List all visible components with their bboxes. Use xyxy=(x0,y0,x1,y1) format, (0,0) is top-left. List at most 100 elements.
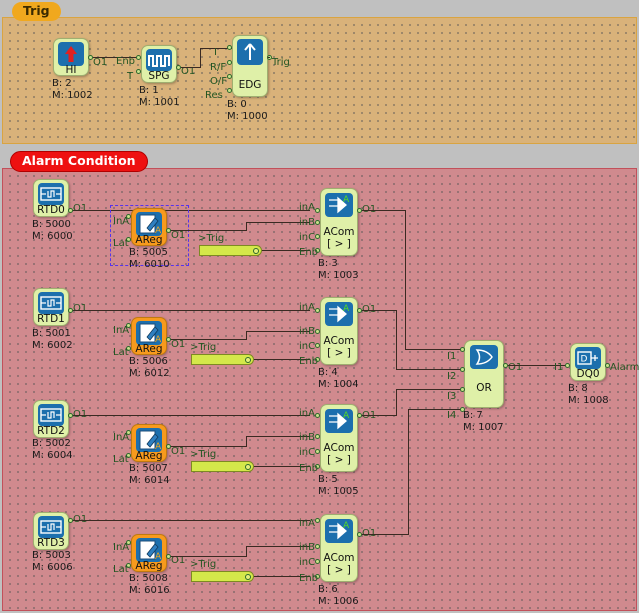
block-or[interactable]: OR xyxy=(464,340,504,408)
block-areg3-m: M: 6016 xyxy=(129,585,170,596)
pin-or-i2[interactable] xyxy=(460,367,465,372)
pin-acom3-inb[interactable] xyxy=(315,544,320,549)
trig-bar-0[interactable] xyxy=(199,245,262,256)
wire-areg2-h1 xyxy=(171,446,246,447)
trig-bar-2-connector[interactable] xyxy=(245,463,251,470)
rtd-sensor-icon xyxy=(38,516,64,538)
block-dq0[interactable]: D DQ0 xyxy=(570,343,606,381)
section-trig[interactable] xyxy=(2,17,637,144)
pin-spg-t[interactable] xyxy=(136,69,141,74)
block-areg2[interactable]: A AReg xyxy=(131,424,167,462)
pin-or-i3[interactable] xyxy=(460,387,465,392)
block-areg2-name: AReg xyxy=(135,450,163,462)
trig-bar-0-connector[interactable] xyxy=(253,247,259,254)
section-label-alarm[interactable]: Alarm Condition xyxy=(10,151,148,172)
trig-bar-3-connector[interactable] xyxy=(245,573,251,580)
block-areg1-b: B: 5006 xyxy=(129,356,168,367)
port-label-acom3-enb: Enb xyxy=(299,573,319,584)
pin-or-i1[interactable] xyxy=(460,347,465,352)
block-areg3[interactable]: A AReg xyxy=(131,534,167,572)
trig-bar-1[interactable] xyxy=(191,354,254,365)
block-hi-name: HI xyxy=(65,64,77,76)
section-label-trig[interactable]: Trig xyxy=(12,2,61,21)
block-acom0[interactable]: A ACom [ > ] xyxy=(320,188,358,256)
analog-register-icon: A xyxy=(136,428,162,452)
wire-areg1-h1 xyxy=(171,339,246,340)
pin-acom0-inc[interactable] xyxy=(315,234,320,239)
pin-acom2-ina[interactable] xyxy=(315,413,320,418)
port-label-edg-res: Res xyxy=(205,90,223,101)
block-rtd1[interactable]: RTD1 xyxy=(33,288,69,326)
pin-acom0-ina[interactable] xyxy=(315,208,320,213)
port-label-or-i4: I4 xyxy=(447,410,457,421)
pin-acom2-inc[interactable] xyxy=(315,449,320,454)
trig-bar-2[interactable] xyxy=(191,461,254,472)
port-label-spg-enb: Enb xyxy=(116,56,136,67)
pin-spg-enb[interactable] xyxy=(136,55,141,60)
wire-acom2-v xyxy=(396,389,397,416)
block-spg-name: SPG xyxy=(148,70,170,82)
pin-acom2-inb[interactable] xyxy=(315,434,320,439)
block-edg[interactable]: EDG xyxy=(232,35,268,97)
block-areg2-b: B: 5007 xyxy=(129,463,168,474)
port-label-acom3-ina: inA xyxy=(299,518,315,529)
block-acom1-subname: [ > ] xyxy=(327,347,351,359)
block-areg1[interactable]: A AReg xyxy=(131,317,167,355)
port-label-dq0-i1: I1 xyxy=(554,362,564,373)
block-rtd3[interactable]: RTD3 xyxy=(33,512,69,550)
svg-text:A: A xyxy=(343,521,350,531)
block-acom0-b: B: 3 xyxy=(318,258,338,269)
block-areg1-name: AReg xyxy=(135,343,163,355)
port-label-acom2-o1: O1 xyxy=(362,411,376,421)
pin-acom1-ina[interactable] xyxy=(315,308,320,313)
port-label-acom2-inc: inC xyxy=(299,447,316,458)
diagram-canvas[interactable]: Trig HI O1 B: 2 M: 1002 SPG Enb T O1 B: … xyxy=(0,0,639,613)
block-acom2[interactable]: A ACom [ > ] xyxy=(320,404,358,472)
pin-acom3-ina[interactable] xyxy=(315,518,320,523)
pin-edg-of[interactable] xyxy=(227,74,232,79)
pin-acom1-inc[interactable] xyxy=(315,343,320,348)
wire-spg-o1-h1 xyxy=(181,67,200,68)
block-rtd2[interactable]: RTD2 xyxy=(33,400,69,438)
analog-register-icon: A xyxy=(136,212,162,236)
block-areg3-name: AReg xyxy=(135,560,163,572)
pin-edg-res[interactable] xyxy=(227,88,232,93)
pin-acom3-inc[interactable] xyxy=(315,559,320,564)
digital-output-icon: D xyxy=(575,347,601,369)
wire-rtd2-to-acom2-ina xyxy=(73,415,310,416)
block-rtd0[interactable]: RTD0 xyxy=(33,179,69,217)
block-rtd0-name: RTD0 xyxy=(37,204,65,216)
port-label-or-i1: I1 xyxy=(447,351,457,362)
block-hi[interactable]: HI xyxy=(53,38,89,76)
block-acom3[interactable]: A ACom [ > ] xyxy=(320,514,358,582)
port-label-acom3-inc: inC xyxy=(299,557,316,568)
block-acom1[interactable]: A ACom [ > ] xyxy=(320,297,358,365)
wire-acom1-v xyxy=(396,310,397,369)
pin-acom1-inb[interactable] xyxy=(315,329,320,334)
pin-edg-rf[interactable] xyxy=(227,60,232,65)
block-acom2-name: ACom xyxy=(323,442,355,454)
wire-areg1-v xyxy=(246,331,247,340)
block-hi-b: B: 2 xyxy=(52,78,72,89)
trig-bar-3[interactable] xyxy=(191,571,254,582)
block-acom1-name: ACom xyxy=(323,335,355,347)
port-label-spg-o1: O1 xyxy=(181,66,196,77)
wire-rtd3-to-acom3-ina xyxy=(73,520,310,521)
rtd-sensor-icon xyxy=(38,404,64,426)
svg-text:A: A xyxy=(343,411,350,421)
block-acom2-subname: [ > ] xyxy=(327,454,351,466)
block-areg0-m: M: 6010 xyxy=(129,259,170,270)
block-areg1-m: M: 6012 xyxy=(129,368,170,379)
block-areg3-b: B: 5008 xyxy=(129,573,168,584)
pin-edg-i[interactable] xyxy=(227,45,232,50)
trig-bar-1-connector[interactable] xyxy=(245,356,251,363)
block-areg0[interactable]: A AReg xyxy=(131,208,167,246)
port-label-areg0-lat: Lat xyxy=(113,238,129,249)
pin-dq0-i1[interactable] xyxy=(565,363,570,368)
port-label-areg3-ina: InA xyxy=(113,542,130,553)
block-spg[interactable]: SPG xyxy=(141,45,177,83)
block-dq0-name: DQ0 xyxy=(576,368,600,380)
pin-acom0-inb[interactable] xyxy=(315,220,320,225)
wire-areg2-v xyxy=(246,436,247,447)
analog-register-icon: A xyxy=(136,538,162,562)
